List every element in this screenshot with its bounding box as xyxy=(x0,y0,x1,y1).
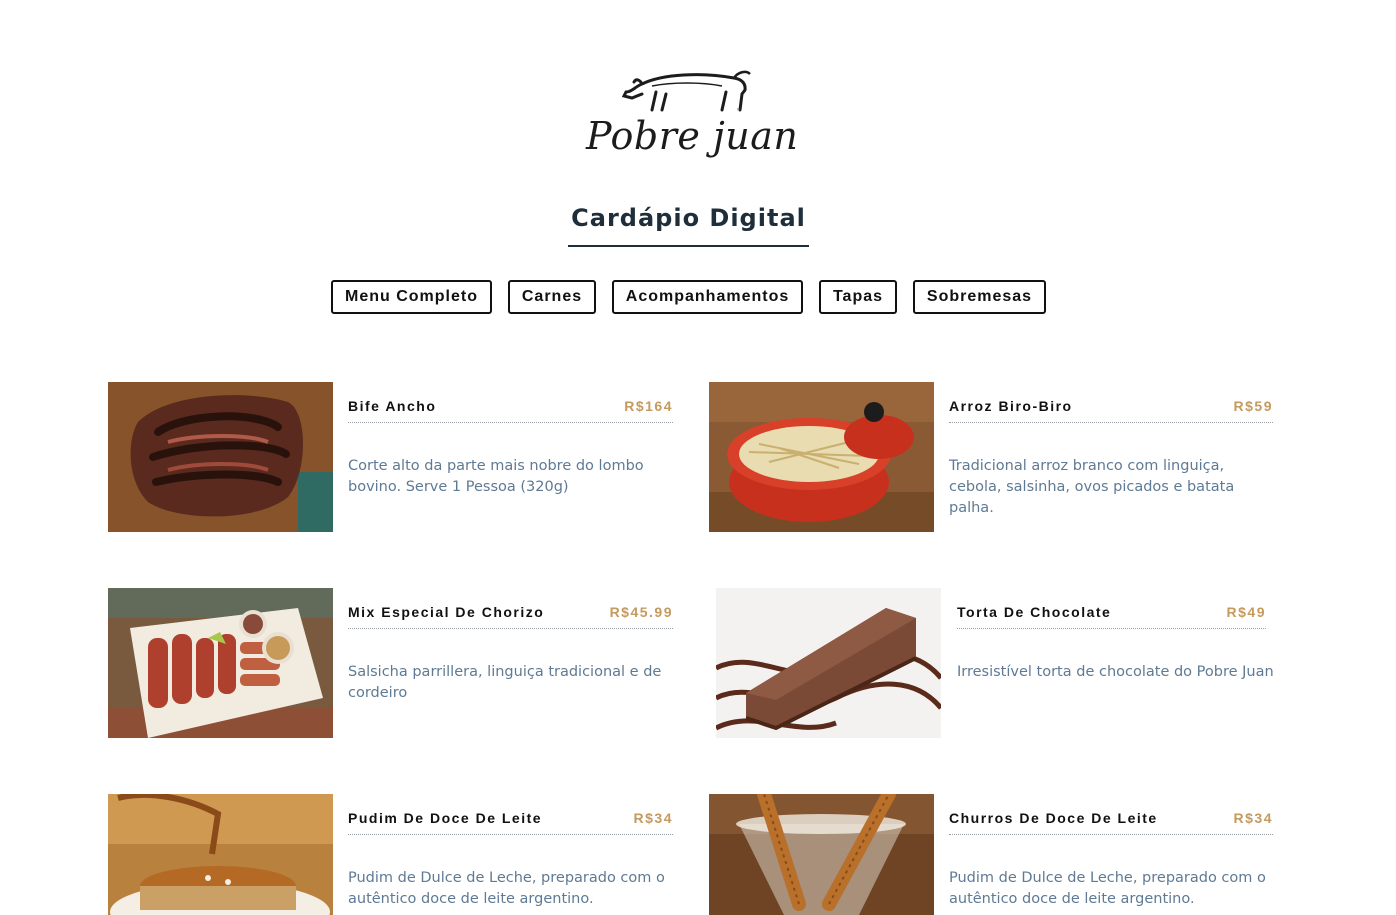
flan-photo xyxy=(108,794,333,915)
menu-item-card[interactable]: Pudim De Doce De Leite R$34 Pudim de Dul… xyxy=(108,794,674,915)
item-price: R$59 xyxy=(1233,398,1273,414)
item-name: Arroz Biro-Biro xyxy=(949,398,1073,414)
item-price: R$34 xyxy=(633,810,673,826)
item-price: R$45.99 xyxy=(609,604,673,620)
item-name: Mix Especial De Chorizo xyxy=(348,604,545,620)
tab-tapas[interactable]: Tapas xyxy=(819,280,897,314)
item-price: R$164 xyxy=(624,398,673,414)
brand-logo: ™ Pobre juan xyxy=(586,68,799,180)
menu-item-card[interactable]: Mix Especial De Chorizo R$45.99 Salsicha… xyxy=(108,588,674,738)
rice-pot-photo xyxy=(709,382,934,532)
item-name: Churros De Doce De Leite xyxy=(949,810,1158,826)
page-title: Cardápio Digital xyxy=(568,204,809,247)
brand-name: Pobre juan xyxy=(586,114,799,158)
tab-acompanhamentos[interactable]: Acompanhamentos xyxy=(612,280,803,314)
item-name: Pudim De Doce De Leite xyxy=(348,810,543,826)
tab-sobremesas[interactable]: Sobremesas xyxy=(913,280,1046,314)
menu-item-card[interactable]: Torta De Chocolate R$49 Irresistível tor… xyxy=(716,588,1276,738)
item-description: Irresistível torta de chocolate do Pobre… xyxy=(957,664,1274,680)
item-price: R$34 xyxy=(1233,810,1273,826)
item-name: Bife Ancho xyxy=(348,398,437,414)
tab-menu-completo[interactable]: Menu Completo xyxy=(331,280,492,314)
menu-item-card[interactable]: Bife Ancho R$164 Corte alto da parte mai… xyxy=(108,382,674,532)
item-name: Torta De Chocolate xyxy=(957,604,1112,620)
tab-carnes[interactable]: Carnes xyxy=(508,280,596,314)
item-description: Pudim de Dulce de Leche, preparado com o… xyxy=(949,870,1266,907)
bull-icon xyxy=(622,70,751,112)
item-description: Pudim de Dulce de Leche, preparado com o… xyxy=(348,870,665,907)
chocolate-cake-photo xyxy=(716,588,941,738)
menu-item-card[interactable]: Arroz Biro-Biro R$59 Tradicional arroz b… xyxy=(709,382,1275,532)
item-description: Salsicha parrillera, linguiça tradiciona… xyxy=(348,664,662,701)
item-description: Corte alto da parte mais nobre do lombo … xyxy=(348,458,644,495)
sausage-platter-photo xyxy=(108,588,333,738)
item-description: Tradicional arroz branco com linguiça, c… xyxy=(949,458,1235,516)
steak-photo xyxy=(108,382,333,532)
menu-item-card[interactable]: Churros De Doce De Leite R$34 Pudim de D… xyxy=(709,794,1275,915)
item-price: R$49 xyxy=(1226,604,1266,620)
churros-photo xyxy=(709,794,934,915)
